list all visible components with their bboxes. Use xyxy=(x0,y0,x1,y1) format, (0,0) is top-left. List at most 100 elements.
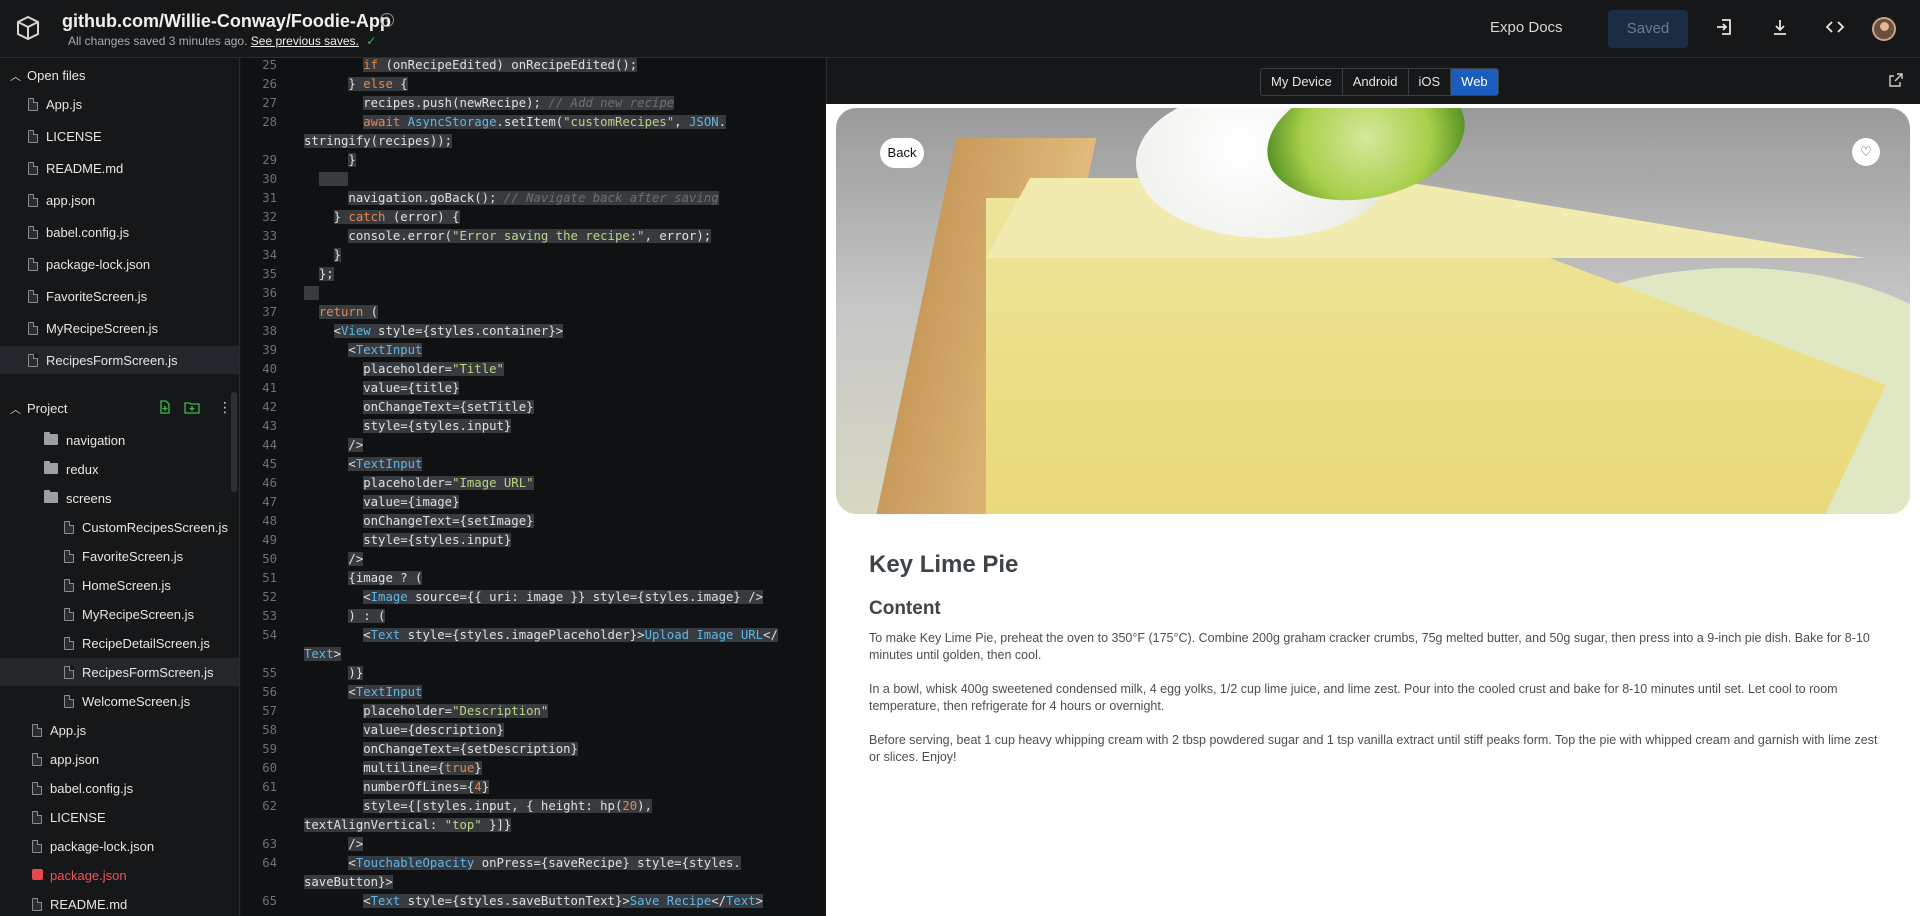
project-file-item[interactable]: LICENSE xyxy=(0,803,239,831)
screen-file-item[interactable]: FavoriteScreen.js xyxy=(0,542,239,570)
code-line[interactable]: 31 navigation.goBack(); // Navigate back… xyxy=(241,189,825,208)
open-file-item[interactable]: package-lock.json xyxy=(0,250,239,278)
code-line[interactable]: 56 <TextInput xyxy=(241,683,825,702)
new-file-icon[interactable] xyxy=(158,400,172,417)
project-file-item[interactable]: babel.config.js xyxy=(0,774,239,802)
folder-item-screens[interactable]: screens xyxy=(0,484,239,512)
code-line[interactable]: 45 <TextInput xyxy=(241,455,825,474)
open-file-item[interactable]: FavoriteScreen.js xyxy=(0,282,239,310)
project-file-item[interactable]: package-lock.json xyxy=(0,832,239,860)
tab-my-device[interactable]: My Device xyxy=(1261,69,1343,95)
code-line[interactable]: 43 style={styles.input} xyxy=(241,417,825,436)
code-line[interactable]: 34 } xyxy=(241,246,825,265)
open-file-item[interactable]: MyRecipeScreen.js xyxy=(0,314,239,342)
avatar[interactable] xyxy=(1872,17,1896,41)
open-file-item[interactable]: babel.config.js xyxy=(0,218,239,246)
line-number: 64 xyxy=(262,856,277,870)
line-number: 40 xyxy=(262,362,277,376)
login-icon[interactable] xyxy=(1713,17,1735,39)
code-line[interactable]: 46 placeholder="Image URL" xyxy=(241,474,825,493)
screen-file-item[interactable]: RecipesFormScreen.js xyxy=(0,658,239,686)
screen-file-item[interactable]: CustomRecipesScreen.js xyxy=(0,513,239,541)
project-header[interactable]: ︿ Project ⋮ xyxy=(0,393,239,423)
project-file-item[interactable]: app.json xyxy=(0,745,239,773)
code-line[interactable]: 52 <Image source={{ uri: image }} style=… xyxy=(241,588,825,607)
code-line[interactable]: 51 {image ? ( xyxy=(241,569,825,588)
code-line[interactable]: 40 placeholder="Title" xyxy=(241,360,825,379)
code-line[interactable]: 63 /> xyxy=(241,835,825,854)
open-files-header[interactable]: ︿ Open files xyxy=(0,60,239,90)
code-line[interactable]: 48 onChangeText={setImage} xyxy=(241,512,825,531)
saved-button[interactable]: Saved xyxy=(1608,10,1688,48)
code-line[interactable]: 35 }; xyxy=(241,265,825,284)
code-line[interactable]: 64 <TouchableOpacity onPress={saveRecipe… xyxy=(241,854,825,873)
open-file-item[interactable]: App.js xyxy=(0,90,239,118)
code-line[interactable]: 25 if (onRecipeEdited) onRecipeEdited(); xyxy=(241,58,825,75)
open-external-icon[interactable] xyxy=(1888,72,1904,88)
code-line[interactable]: 39 <TextInput xyxy=(241,341,825,360)
code-line[interactable]: 30 xyxy=(241,170,825,189)
code-line[interactable]: 59 onChangeText={setDescription} xyxy=(241,740,825,759)
code-line[interactable]: 58 value={description} xyxy=(241,721,825,740)
project-file-item[interactable]: README.md xyxy=(0,890,239,916)
code-line[interactable]: 61 numberOfLines={4} xyxy=(241,778,825,797)
project-file-item[interactable]: App.js xyxy=(0,716,239,744)
code-line[interactable]: 41 value={title} xyxy=(241,379,825,398)
recipe-paragraph-1: To make Key Lime Pie, preheat the oven t… xyxy=(869,631,1870,662)
favorite-heart-icon[interactable]: ♡ xyxy=(1852,138,1880,166)
new-folder-icon[interactable] xyxy=(184,400,200,417)
sidebar-scrollbar[interactable] xyxy=(231,392,237,492)
code-line[interactable]: 57 placeholder="Description" xyxy=(241,702,825,721)
folder-item-navigation[interactable]: navigation xyxy=(0,426,239,454)
code-line[interactable]: 62 style={[styles.input, { height: hp(20… xyxy=(241,797,825,816)
tab-ios[interactable]: iOS xyxy=(1408,69,1452,95)
code-line[interactable]: 49 style={styles.input} xyxy=(241,531,825,550)
code-line[interactable]: 60 multiline={true} xyxy=(241,759,825,778)
code-line[interactable]: textAlignVertical: "top" }]} xyxy=(241,816,825,835)
snack-logo-icon[interactable] xyxy=(14,14,42,42)
code-line[interactable]: 44 /> xyxy=(241,436,825,455)
info-icon[interactable]: i xyxy=(380,13,394,27)
code-line[interactable]: 33 console.error("Error saving the recip… xyxy=(241,227,825,246)
code-line[interactable]: Text> xyxy=(241,645,825,664)
more-options-icon[interactable]: ⋮ xyxy=(218,399,232,416)
code-line[interactable]: 42 onChangeText={setTitle} xyxy=(241,398,825,417)
previous-saves-link[interactable]: See previous saves. xyxy=(251,34,359,48)
open-file-item[interactable]: app.json xyxy=(0,186,239,214)
tab-web[interactable]: Web xyxy=(1451,69,1498,95)
code-line[interactable]: 54 <Text style={styles.imagePlaceholder}… xyxy=(241,626,825,645)
screen-file-item[interactable]: WelcomeScreen.js xyxy=(0,687,239,715)
back-button[interactable]: Back xyxy=(880,138,924,168)
code-line[interactable]: 53 ) : ( xyxy=(241,607,825,626)
code-icon[interactable] xyxy=(1824,17,1846,39)
code-line[interactable]: stringify(recipes)); xyxy=(241,132,825,151)
code-line[interactable]: 32 } catch (error) { xyxy=(241,208,825,227)
code-line[interactable]: 26 } else { xyxy=(241,75,825,94)
code-line[interactable]: 55 )} xyxy=(241,664,825,683)
expo-docs-link[interactable]: Expo Docs xyxy=(1490,19,1563,36)
open-file-item[interactable]: README.md xyxy=(0,154,239,182)
project-file-item[interactable]: package.json xyxy=(0,861,239,889)
code-line[interactable]: 36 xyxy=(241,284,825,303)
project-title[interactable]: github.com/Willie-Conway/Foodie-App xyxy=(62,11,391,32)
screen-file-item[interactable]: HomeScreen.js xyxy=(0,571,239,599)
code-line[interactable]: 47 value={image} xyxy=(241,493,825,512)
code-line[interactable]: saveButton}> xyxy=(241,873,825,892)
tab-android[interactable]: Android xyxy=(1342,69,1409,95)
code-line[interactable]: 28 await AsyncStorage.setItem("customRec… xyxy=(241,113,825,132)
code-editor[interactable]: 25 if (onRecipeEdited) onRecipeEdited();… xyxy=(241,58,825,916)
code-line[interactable]: 50 /> xyxy=(241,550,825,569)
code-line[interactable]: 27 recipes.push(newRecipe); // Add new r… xyxy=(241,94,825,113)
code-line[interactable]: 38 <View style={styles.container}> xyxy=(241,322,825,341)
folder-item-redux[interactable]: redux xyxy=(0,455,239,483)
screen-file-item[interactable]: MyRecipeScreen.js xyxy=(0,600,239,628)
line-number: 58 xyxy=(262,723,277,737)
open-file-item[interactable]: LICENSE xyxy=(0,122,239,150)
open-file-item[interactable]: RecipesFormScreen.js xyxy=(0,346,239,374)
download-icon[interactable] xyxy=(1769,17,1791,39)
screen-file-item[interactable]: RecipeDetailScreen.js xyxy=(0,629,239,657)
code-line[interactable]: 65 <Text style={styles.saveButtonText}>S… xyxy=(241,892,825,911)
code-line[interactable]: 29 } xyxy=(241,151,825,170)
code-line[interactable]: 37 return ( xyxy=(241,303,825,322)
file-label: FavoriteScreen.js xyxy=(46,289,148,304)
